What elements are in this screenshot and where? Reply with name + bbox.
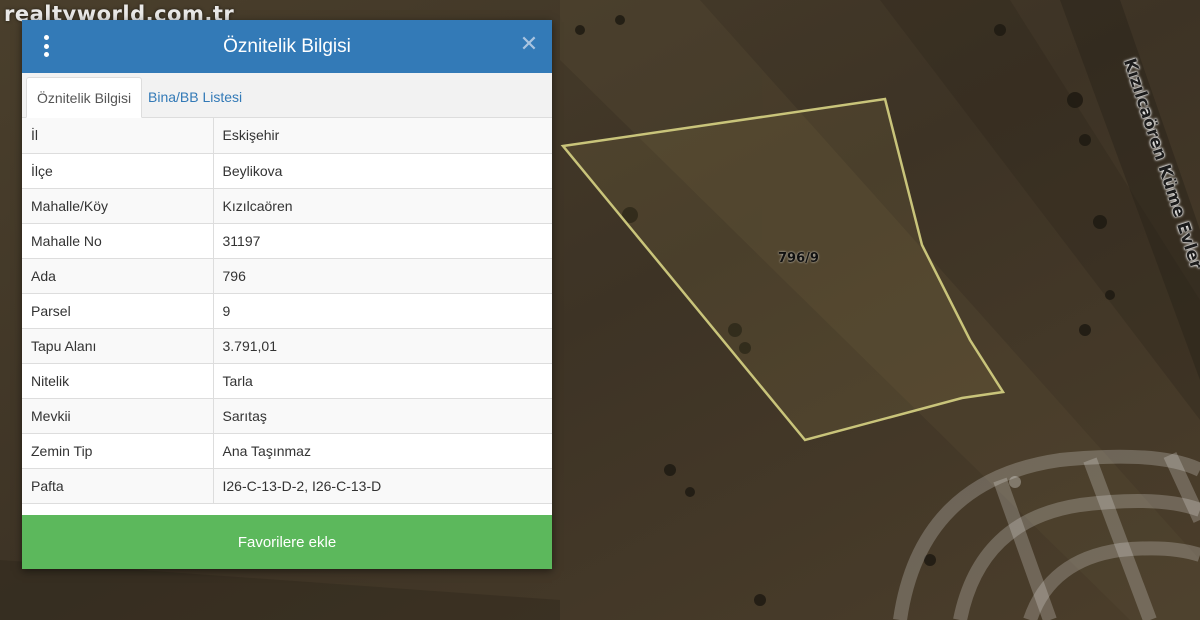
close-icon[interactable]: ✕ — [519, 33, 539, 57]
table-row: Tapu Alanı 3.791,01 — [22, 328, 552, 364]
attribute-value: 3.791,01 — [213, 328, 552, 364]
attribute-key: İlçe — [22, 153, 214, 189]
add-favorites-button[interactable]: Favorilere ekle — [22, 515, 552, 569]
parcel-label: 796/9 — [778, 251, 819, 266]
table-row: Parsel 9 — [22, 293, 552, 329]
table-row: İl Eskişehir — [22, 118, 552, 154]
attribute-value: Tarla — [213, 363, 552, 399]
attribute-key: Parsel — [22, 293, 214, 329]
attribute-value: Beylikova — [213, 153, 552, 189]
attribute-value: Eskişehir — [213, 118, 552, 154]
tab-building-list[interactable]: Bina/BB Listesi — [138, 77, 252, 117]
table-row: Zemin Tip Ana Taşınmaz — [22, 433, 552, 469]
kebab-menu-icon[interactable] — [36, 35, 56, 57]
tab-bar: Öznitelik Bilgisi Bina/BB Listesi — [22, 73, 552, 118]
attribute-table: İl Eskişehir İlçe Beylikova Mahalle/Köy Kızıl… — [22, 118, 552, 504]
table-row: Mevkii Sarıtaş — [22, 398, 552, 434]
attribute-value: I26-C-13-D-2, I26-C-13-D — [213, 468, 552, 504]
attribute-key: Zemin Tip — [22, 433, 214, 469]
attribute-value: Ana Taşınmaz — [213, 433, 552, 469]
attribute-key: Mevkii — [22, 398, 214, 434]
table-row: Mahalle/Köy Kızılcaören — [22, 188, 552, 224]
table-row: Ada 796 — [22, 258, 552, 294]
attribute-value: 31197 — [213, 223, 552, 259]
table-row: Pafta I26-C-13-D-2, I26-C-13-D — [22, 468, 552, 504]
attribute-key: Mahalle/Köy — [22, 188, 214, 224]
attribute-value: 9 — [213, 293, 552, 329]
attribute-value: Kızılcaören — [213, 188, 552, 224]
attribute-key: Mahalle No — [22, 223, 214, 259]
attribute-key: Pafta — [22, 468, 214, 504]
attribute-key: Tapu Alanı — [22, 328, 214, 364]
attribute-value: Sarıtaş — [213, 398, 552, 434]
table-row: Nitelik Tarla — [22, 363, 552, 399]
attribute-key: Nitelik — [22, 363, 214, 399]
tab-attribute-info[interactable]: Öznitelik Bilgisi — [26, 77, 143, 118]
attribute-key: Ada — [22, 258, 214, 294]
table-row: İlçe Beylikova — [22, 153, 552, 189]
panel-title: Öznitelik Bilgisi — [223, 35, 351, 57]
attribute-value: 796 — [213, 258, 552, 294]
panel-header: Öznitelik Bilgisi ✕ — [22, 20, 552, 73]
logo-dot — [1009, 476, 1021, 488]
attribute-panel: Öznitelik Bilgisi ✕ Öznitelik Bilgisi Bi… — [22, 20, 552, 569]
attribute-key: İl — [22, 118, 214, 154]
table-row: Mahalle No 31197 — [22, 223, 552, 259]
